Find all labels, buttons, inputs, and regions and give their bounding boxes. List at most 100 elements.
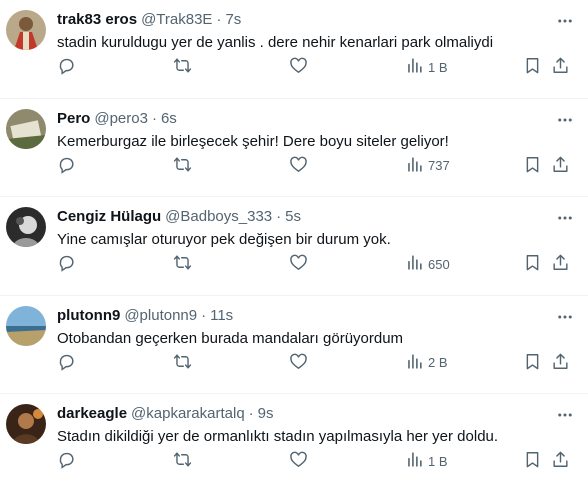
avatar[interactable] [6, 305, 46, 346]
bookmark-button[interactable] [523, 352, 542, 374]
author-name[interactable]: Pero [57, 109, 90, 129]
bookmark-icon [523, 253, 542, 275]
tweet[interactable]: Pero @pero3 · 6s Kemerburgaz ile birleşe… [0, 99, 588, 197]
share-icon [551, 450, 570, 472]
share-button[interactable] [551, 253, 570, 275]
retweet-icon [173, 155, 192, 177]
action-bar: 1 B [0, 56, 588, 78]
more-icon[interactable] [556, 12, 574, 30]
timestamp[interactable]: 11s [210, 306, 233, 326]
author-handle[interactable]: @Trak83E [141, 10, 212, 30]
timestamp[interactable]: 7s [225, 10, 241, 30]
views-icon [405, 253, 424, 275]
views-count: 1 B [428, 453, 448, 469]
action-bar: 2 B [0, 352, 588, 374]
reply-button[interactable] [57, 352, 76, 374]
separator-dot: · [276, 208, 282, 225]
bookmark-button[interactable] [523, 450, 542, 472]
tweet[interactable]: trak83 eros @Trak83E · 7s stadin kuruldu… [0, 0, 588, 99]
like-button[interactable] [289, 56, 308, 78]
tweet[interactable]: Cengiz Hülagu @Badboys_333 · 5s Yine cam… [0, 197, 588, 296]
reply-icon [57, 253, 76, 275]
avatar[interactable] [6, 108, 46, 149]
views-icon [405, 352, 424, 374]
timestamp[interactable]: 9s [258, 404, 274, 424]
more-icon[interactable] [556, 209, 574, 227]
like-button[interactable] [289, 155, 308, 177]
reply-button[interactable] [57, 253, 76, 275]
avatar[interactable] [6, 207, 46, 247]
avatar[interactable] [6, 10, 46, 50]
share-icon [551, 155, 570, 177]
bookmark-icon [523, 56, 542, 78]
avatar[interactable] [6, 404, 46, 444]
retweet-button[interactable] [173, 450, 192, 472]
timestamp[interactable]: 5s [285, 207, 301, 227]
views-icon [405, 56, 424, 78]
share-button[interactable] [551, 56, 570, 78]
tweet-feed: trak83 eros @Trak83E · 7s stadin kuruldu… [0, 0, 588, 496]
views-button[interactable]: 1 B [405, 56, 448, 78]
retweet-button[interactable] [173, 56, 192, 78]
heart-icon [289, 450, 308, 472]
tweet-text: Yine camışlar oturuyor pek değişen bir d… [57, 231, 391, 248]
views-button[interactable]: 1 B [405, 450, 448, 472]
timestamp[interactable]: 6s [161, 109, 177, 129]
like-button[interactable] [289, 450, 308, 472]
action-bar: 737 [0, 155, 588, 177]
reply-icon [57, 56, 76, 78]
retweet-icon [173, 56, 192, 78]
retweet-button[interactable] [173, 155, 192, 177]
author-name[interactable]: darkeagle [57, 404, 127, 424]
author-handle[interactable]: @pero3 [94, 109, 148, 129]
bookmark-icon [523, 450, 542, 472]
tweet[interactable]: darkeagle @kapkarakartalq · 9s Stadın di… [0, 394, 588, 493]
more-icon[interactable] [556, 406, 574, 424]
author-handle[interactable]: @kapkarakartalq [131, 404, 245, 424]
share-icon [551, 56, 570, 78]
author-name[interactable]: Cengiz Hülagu [57, 207, 161, 227]
like-button[interactable] [289, 253, 308, 275]
separator-dot: · [151, 109, 157, 127]
separator-dot: · [248, 405, 254, 422]
bookmark-icon [523, 352, 542, 374]
share-button[interactable] [551, 155, 570, 177]
views-button[interactable]: 650 [405, 253, 450, 275]
tweet-text: stadin kuruldugu yer de yanlis . dere ne… [57, 34, 494, 51]
heart-icon [289, 253, 308, 275]
tweet-text: Otobandan geçerken burada mandaları görü… [57, 329, 404, 347]
author-handle[interactable]: @plutonn9 [124, 306, 197, 326]
views-count: 650 [428, 256, 450, 272]
reply-icon [57, 155, 76, 177]
bookmark-button[interactable] [523, 56, 542, 78]
retweet-button[interactable] [173, 352, 192, 374]
heart-icon [289, 56, 308, 78]
views-icon [405, 155, 424, 177]
bookmark-button[interactable] [523, 253, 542, 275]
tweet[interactable]: plutonn9 @plutonn9 · 11s Otobandan geçer… [0, 296, 588, 394]
views-button[interactable]: 2 B [405, 352, 448, 374]
reply-button[interactable] [57, 450, 76, 472]
share-icon [551, 253, 570, 275]
author-handle[interactable]: @Badboys_333 [165, 207, 272, 227]
action-bar: 650 [0, 253, 588, 275]
reply-button[interactable] [57, 56, 76, 78]
views-button[interactable]: 737 [405, 155, 450, 177]
views-count: 1 B [428, 59, 448, 75]
retweet-icon [173, 450, 192, 472]
author-name[interactable]: trak83 eros [57, 10, 137, 30]
share-button[interactable] [551, 450, 570, 472]
views-count: 2 B [428, 355, 448, 370]
more-icon[interactable] [556, 308, 574, 326]
author-name[interactable]: plutonn9 [57, 306, 120, 326]
bookmark-button[interactable] [523, 155, 542, 177]
like-button[interactable] [289, 352, 308, 374]
reply-button[interactable] [57, 155, 76, 177]
share-button[interactable] [551, 352, 570, 374]
bookmark-icon [523, 155, 542, 177]
views-icon [405, 450, 424, 472]
more-icon[interactable] [556, 111, 574, 129]
share-icon [551, 352, 570, 374]
retweet-icon [173, 352, 192, 374]
retweet-button[interactable] [173, 253, 192, 275]
